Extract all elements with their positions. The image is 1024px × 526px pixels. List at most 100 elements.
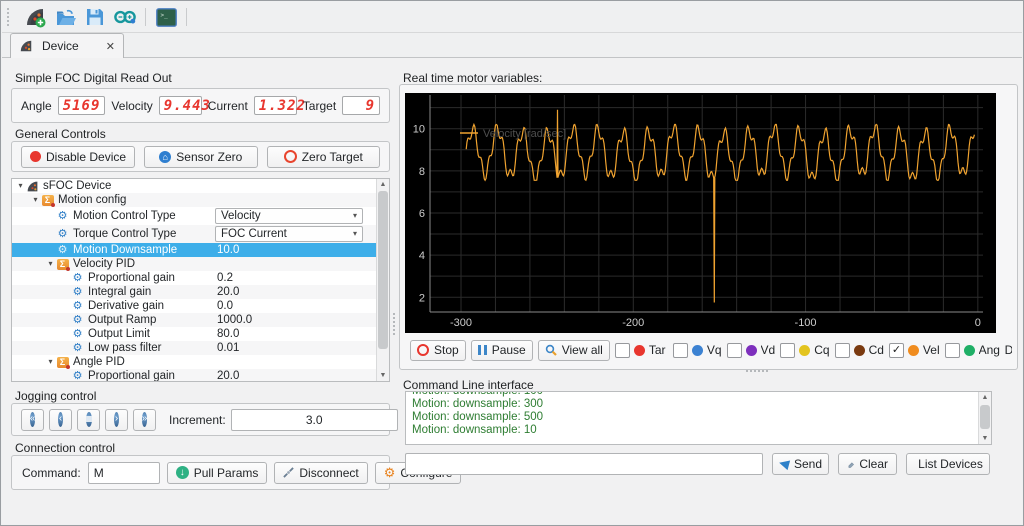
cli-scrollbar-thumb[interactable]	[980, 405, 990, 429]
sensor-zero-button[interactable]: ⌂ Sensor Zero	[144, 145, 258, 168]
tree-row-output-limit[interactable]: ⚙ Output Limit 80.0	[12, 327, 377, 341]
checkbox-vd[interactable]	[726, 342, 742, 358]
scroll-up-icon[interactable]: ▲	[377, 179, 389, 190]
tree-item-label: Angle PID	[73, 356, 125, 368]
tab-device[interactable]: Device ✕	[10, 33, 124, 58]
general-groupbox: Disable Device ⌂ Sensor Zero Zero Target	[11, 141, 390, 172]
tree-scrollbar-thumb[interactable]	[378, 191, 388, 349]
trace-checkboxes: Tar Vq Vd Cq Cd ✓ Vel Ang	[614, 342, 1000, 358]
pull-params-button[interactable]: ↓ Pull Params	[166, 461, 268, 484]
tree-row-output-ramp[interactable]: ⚙ Output Ramp 1000.0	[12, 313, 377, 327]
tree-row-motion-downsample[interactable]: ⚙ Motion Downsample 10.0	[12, 243, 377, 257]
general-section-title: General Controls	[15, 127, 106, 141]
terminal-icon[interactable]: >_	[154, 5, 178, 29]
increment-input[interactable]	[230, 408, 398, 431]
horizontal-splitter-handle[interactable]	[746, 370, 768, 375]
double-chevron-left-icon: «	[29, 412, 36, 427]
disable-device-label: Disable Device	[46, 149, 127, 164]
jog-stop-button[interactable]	[77, 408, 100, 431]
chevron-down-icon: ▾	[352, 229, 357, 238]
list-devices-button[interactable]: List Devices	[906, 453, 990, 475]
log-line: Motion: downsample: 10	[412, 424, 537, 436]
tree-row-torque-control-type[interactable]: ⚙ Torque Control Type FOC Current ▾	[12, 225, 377, 243]
gear-icon: ⚙	[72, 327, 83, 340]
jog-back-button[interactable]: ‹	[49, 408, 72, 431]
tree-row-velocity-pid[interactable]: ▾ Σ Velocity PID	[12, 257, 377, 271]
open-file-icon[interactable]	[53, 5, 77, 29]
tree-item-value: 0.0	[217, 300, 233, 312]
toolbar-drag-handle[interactable]	[7, 8, 14, 26]
tree-row-sfoc-device[interactable]: ▾ sFOC Device	[12, 179, 377, 193]
stop-square-icon	[85, 412, 92, 427]
cli-log[interactable]: Motion: downsample: 100 Motion: downsampl…	[405, 391, 992, 445]
trace-color-dot	[853, 344, 865, 356]
y-tick-label: 8	[419, 166, 425, 178]
device-icon	[26, 180, 39, 193]
zero-target-button[interactable]: Zero Target	[266, 145, 381, 168]
tree-scrollbar[interactable]: ▲ ▼	[376, 179, 389, 381]
trace-toggle-vd: Vd	[726, 342, 776, 358]
y-tick-label: 6	[419, 208, 425, 220]
combo-torque-control-type[interactable]: FOC Current ▾	[215, 226, 363, 242]
branch-expand-icon[interactable]: ▾	[15, 179, 26, 193]
scroll-up-icon[interactable]: ▲	[979, 392, 991, 403]
toolbar-separator	[145, 8, 146, 26]
stop-label: Stop	[434, 343, 459, 357]
tree-item-value: 1000.0	[217, 314, 253, 326]
disable-device-button[interactable]: Disable Device	[21, 145, 136, 168]
plot-pause-button[interactable]: Pause	[470, 339, 533, 361]
realtime-plot[interactable]: 2 4 6 8 10 -300 -200 -100 0 Velocity [rad/sec]	[405, 93, 996, 333]
vertical-splitter-handle[interactable]	[393, 313, 398, 335]
tree-row-derivative-gain[interactable]: ⚙ Derivative gain 0.0	[12, 299, 377, 313]
tree-item-label: Torque Control Type	[73, 228, 177, 240]
jog-fast-back-button[interactable]: «	[21, 408, 44, 431]
save-file-icon[interactable]	[83, 5, 107, 29]
send-button[interactable]: Send	[772, 453, 829, 475]
scroll-down-icon[interactable]: ▼	[979, 433, 991, 444]
branch-expand-icon[interactable]: ▾	[45, 355, 56, 369]
tree-row-motion-control-type[interactable]: ⚙ Motion Control Type Velocity ▾	[12, 207, 377, 225]
send-arrow-icon	[777, 457, 791, 471]
scroll-down-icon[interactable]: ▼	[377, 370, 389, 381]
tree-row-angle-pid[interactable]: ▾ Σ Angle PID	[12, 355, 377, 369]
tree-rows: ▾ sFOC Device ▾ Σ Motion config ⚙ Motion Contr…	[12, 179, 377, 381]
checkbox-ang[interactable]	[944, 342, 960, 358]
trace-label: Vd	[760, 343, 776, 357]
cli-log-scrollbar[interactable]: ▲ ▼	[978, 392, 991, 444]
jog-fast-forward-button[interactable]: »	[133, 408, 156, 431]
view-all-button[interactable]: View all	[537, 339, 610, 361]
jog-forward-button[interactable]: ›	[105, 408, 128, 431]
trace-label: Cd	[868, 343, 884, 357]
gear-icon: ⚙	[72, 341, 83, 354]
command-input[interactable]	[87, 461, 160, 484]
arduino-icon[interactable]	[113, 5, 137, 29]
checkbox-cd[interactable]	[834, 342, 850, 358]
tree-row-proportional-gain[interactable]: ⚙ Proportional gain 20.0	[12, 369, 377, 381]
zero-target-label: Zero Target	[301, 149, 363, 164]
trace-label: Vq	[706, 343, 722, 357]
plot-controls-row: Stop Pause View all Tar Vq Vd Cq Cd ✓ Vel Ang D…	[410, 339, 1012, 361]
branch-expand-icon[interactable]: ▾	[30, 193, 41, 207]
combo-value: FOC Current	[221, 228, 287, 240]
tree-row-motion-config[interactable]: ▾ Σ Motion config	[12, 193, 377, 207]
target-label: Target	[302, 98, 337, 113]
log-line: Motion: downsample: 100	[412, 391, 544, 397]
plot-canvas[interactable]: 2 4 6 8 10 -300 -200 -100 0 Velocity [rad/sec]	[405, 93, 996, 333]
plot-stop-button[interactable]: Stop	[410, 339, 466, 361]
cli-command-input[interactable]	[405, 453, 763, 475]
tab-close-icon[interactable]: ✕	[106, 40, 115, 53]
checkbox-vq[interactable]	[672, 342, 688, 358]
device-connect-icon[interactable]	[23, 5, 47, 29]
combo-motion-control-type[interactable]: Velocity ▾	[215, 208, 363, 224]
branch-expand-icon[interactable]: ▾	[45, 257, 56, 271]
tree-row-integral-gain[interactable]: ⚙ Integral gain 20.0	[12, 285, 377, 299]
disconnect-button[interactable]: Disconnect	[274, 461, 368, 484]
checkbox-tar[interactable]	[614, 342, 630, 358]
clear-button[interactable]: Clear	[838, 453, 897, 475]
tree-row-proportional-gain[interactable]: ⚙ Proportional gain 0.2	[12, 271, 377, 285]
velocity-label: Velocity	[111, 98, 153, 113]
checkbox-cq[interactable]	[780, 342, 796, 358]
tree-row-low-pass-filter[interactable]: ⚙ Low pass filter 0.01	[12, 341, 377, 355]
checkbox-vel[interactable]: ✓	[888, 342, 904, 358]
x-tick-label: -100	[795, 317, 817, 329]
